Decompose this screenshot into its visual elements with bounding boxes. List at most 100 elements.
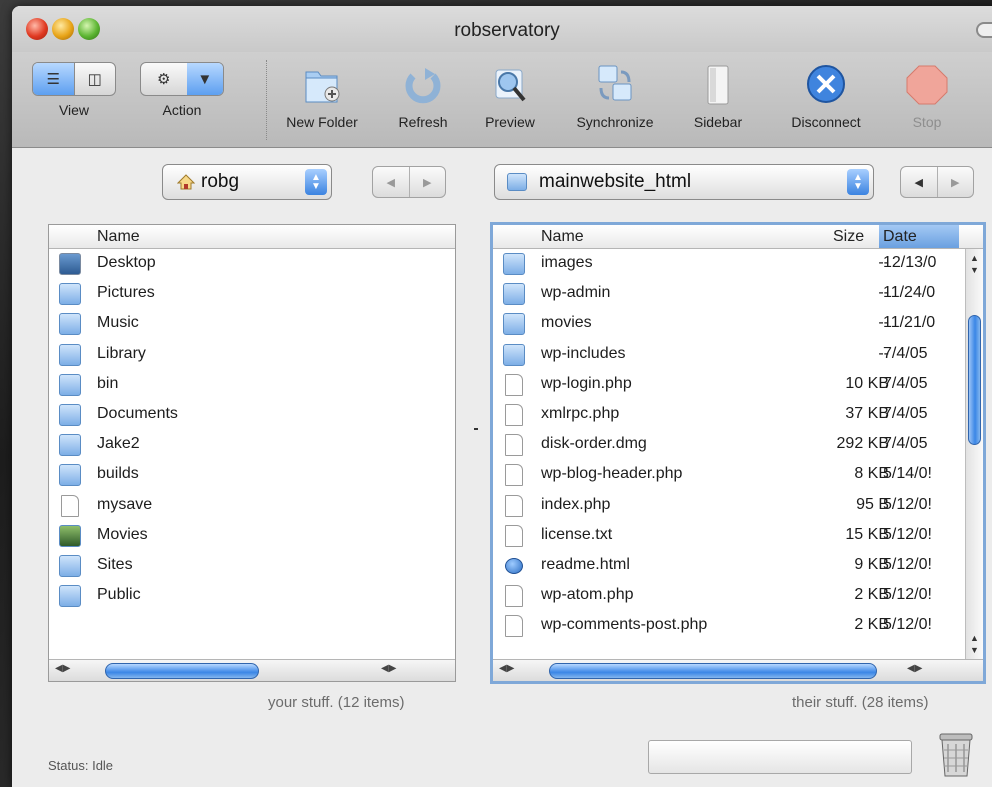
preview-button[interactable]: Preview [472, 62, 548, 130]
list-item[interactable]: Pictures [49, 279, 455, 309]
gear-icon: ⚙ [157, 71, 171, 88]
new-folder-button[interactable]: New Folder [270, 62, 374, 130]
table-row[interactable]: xmlrpc.php 37 KB 7/4/05 [493, 400, 983, 430]
table-row[interactable]: wp-atom.php 2 KB 5/12/0! [493, 581, 983, 611]
remote-file-list[interactable]: Name Size Date images -- 12/13/0 wp-admin --… [490, 222, 986, 684]
table-row[interactable]: movies -- 11/21/0 [493, 309, 983, 339]
name-column-header[interactable]: Name [541, 228, 584, 246]
list-item[interactable]: Jake2 [49, 430, 455, 460]
table-row[interactable]: wp-login.php 10 KB 7/4/05 [493, 370, 983, 400]
disconnect-button[interactable]: Disconnect [778, 62, 874, 130]
local-file-list[interactable]: Name Desktop Pictures Music Library bin Docum… [48, 224, 456, 682]
table-row[interactable]: index.php 95 B 5/12/0! [493, 491, 983, 521]
date-column-header[interactable]: Date [879, 225, 959, 248]
stop-icon [906, 65, 948, 105]
table-row[interactable]: wp-admin -- 11/24/0 [493, 279, 983, 309]
chevron-down-icon: ▼ [186, 63, 223, 95]
list-item[interactable]: bin [49, 370, 455, 400]
name-column-header[interactable]: Name [97, 228, 140, 246]
action-menu-button[interactable]: ⚙ ▼ [140, 62, 224, 96]
action-control[interactable]: ⚙ ▼ Action [140, 62, 224, 118]
toolbar-toggle-button[interactable] [976, 22, 992, 38]
table-row[interactable]: license.txt 15 KB 5/12/0! [493, 521, 983, 551]
back-arrow-icon[interactable]: ◀ [373, 167, 409, 197]
scroll-left-icon[interactable]: ◀▶ [499, 663, 514, 674]
public-folder-icon [59, 585, 81, 608]
list-item[interactable]: Documents [49, 400, 455, 430]
remote-horizontal-scrollbar[interactable]: ◀▶ ◀▶ [493, 659, 983, 681]
chevron-updown-icon: ▲ ▼ [847, 169, 869, 195]
scroll-up-icon[interactable]: ▲ [970, 253, 979, 263]
forward-arrow-icon[interactable]: ▶ [408, 167, 446, 197]
file-name: Public [97, 586, 141, 604]
stop-label: Stop [912, 114, 942, 130]
scroll-down-icon[interactable]: ▼ [970, 645, 979, 655]
scroll-right-icon[interactable]: ◀▶ [381, 663, 396, 674]
column-view-icon[interactable]: ◫ [73, 63, 116, 95]
list-item[interactable]: Music [49, 309, 455, 339]
list-item[interactable]: Desktop [49, 249, 455, 279]
remote-summary: their stuff. (28 items) [792, 694, 929, 711]
text-file-icon [505, 524, 523, 547]
remote-rows: images -- 12/13/0 wp-admin -- 11/24/0 movies --… [493, 249, 983, 641]
refresh-button[interactable]: Refresh [386, 62, 460, 130]
local-path-popup[interactable]: robg ▲ ▼ [162, 164, 332, 200]
local-horizontal-scrollbar[interactable]: ◀▶ ◀▶ [49, 659, 455, 681]
file-name: wp-login.php [541, 374, 632, 392]
table-row[interactable]: wp-blog-header.php 8 KB 5/14/0! [493, 460, 983, 490]
file-name: movies [541, 314, 592, 332]
remote-vertical-scrollbar[interactable]: ▲ ▼ ▲ ▼ [965, 249, 983, 659]
file-date: 11/21/0 [883, 314, 936, 332]
list-item[interactable]: mysave [49, 491, 455, 521]
toolbar: ☰ ◫ View ⚙ ▼ Action New Folder Refresh P… [12, 52, 992, 148]
list-item[interactable]: builds [49, 460, 455, 490]
sidebar-button[interactable]: Sidebar [682, 62, 754, 130]
size-column-header[interactable]: Size [833, 228, 864, 246]
document-icon [505, 464, 523, 487]
file-date: 7/4/05 [883, 374, 928, 392]
file-date: 5/12/0! [883, 495, 932, 513]
remote-path-popup[interactable]: mainwebsite_html ▲ ▼ [494, 164, 874, 200]
scroll-left-icon[interactable]: ◀▶ [55, 663, 70, 674]
title-bar[interactable]: robservatory [12, 6, 992, 52]
movies-folder-icon [59, 524, 81, 547]
stop-button[interactable]: Stop [896, 62, 958, 130]
scroll-down-icon[interactable]: ▼ [970, 265, 979, 275]
back-arrow-icon[interactable]: ◀ [901, 167, 937, 197]
table-row[interactable]: wp-comments-post.php 2 KB 5/12/0! [493, 611, 983, 641]
list-item[interactable]: Movies [49, 521, 455, 551]
synchronize-button[interactable]: Synchronize [560, 62, 670, 130]
file-date: 5/14/0! [883, 465, 932, 483]
local-nav-buttons[interactable]: ◀ ▶ [372, 166, 446, 198]
scroll-right-icon[interactable]: ◀▶ [907, 663, 922, 674]
local-column-header[interactable]: Name [49, 225, 455, 249]
remote-column-header[interactable]: Name Size Date [493, 225, 983, 249]
scroll-thumb[interactable] [105, 663, 259, 679]
file-date: 5/12/0! [883, 586, 932, 604]
file-name: Desktop [97, 254, 156, 271]
scroll-thumb[interactable] [968, 315, 981, 445]
trash-icon[interactable] [936, 730, 976, 780]
view-control[interactable]: ☰ ◫ View [32, 62, 116, 118]
table-row[interactable]: images -- 12/13/0 [493, 249, 983, 279]
list-item[interactable]: Public [49, 581, 455, 611]
window-title: robservatory [454, 20, 560, 41]
disconnect-label: Disconnect [791, 114, 861, 130]
table-row[interactable]: wp-includes -- 7/4/05 [493, 340, 983, 370]
sidebar-icon [707, 65, 729, 105]
scroll-thumb[interactable] [549, 663, 877, 679]
pane-divider-dot[interactable] [474, 428, 478, 430]
view-mode-segment[interactable]: ☰ ◫ [32, 62, 116, 96]
list-item[interactable]: Library [49, 340, 455, 370]
list-view-icon[interactable]: ☰ [33, 63, 74, 95]
table-row[interactable]: readme.html 9 KB 5/12/0! [493, 551, 983, 581]
remote-nav-buttons[interactable]: ◀ ▶ [900, 166, 974, 198]
file-name: mysave [97, 495, 153, 513]
synchronize-label: Synchronize [576, 114, 654, 130]
disk-image-icon [505, 434, 523, 457]
file-name: wp-comments-post.php [541, 616, 708, 634]
forward-arrow-icon[interactable]: ▶ [936, 167, 974, 197]
scroll-up-icon[interactable]: ▲ [970, 633, 979, 643]
list-item[interactable]: Sites [49, 551, 455, 581]
table-row[interactable]: disk-order.dmg 292 KB 7/4/05 [493, 430, 983, 460]
